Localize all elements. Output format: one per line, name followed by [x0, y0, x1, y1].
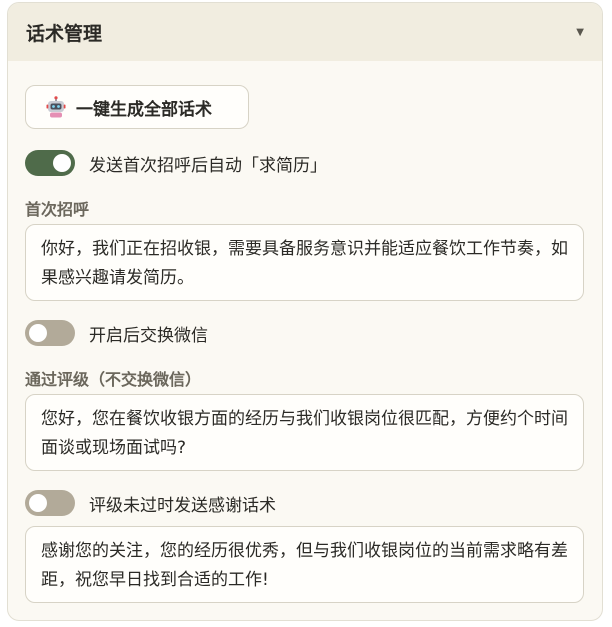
- thanks-message-textarea[interactable]: 感谢您的关注，您的经历很优秀，但与我们收银岗位的当前需求略有差距，祝您早日找到合…: [25, 526, 584, 603]
- generate-all-scripts-button[interactable]: 一键生成全部话术: [25, 85, 249, 129]
- first-greeting-label: 首次招呼: [25, 200, 90, 219]
- exchange-wechat-toggle-label: 开启后交换微信: [89, 325, 208, 346]
- robot-icon: [46, 96, 66, 118]
- thanks-toggle[interactable]: [25, 490, 75, 516]
- request-resume-toggle-row: 发送首次招呼后自动「求简历」: [25, 150, 327, 176]
- panel-header[interactable]: 话术管理 ▼: [8, 3, 602, 61]
- toggle-knob: [29, 494, 47, 512]
- toggle-knob: [53, 154, 71, 172]
- pass-rating-textarea[interactable]: 您好，您在餐饮收银方面的经历与我们收银岗位很匹配，方便约个时间面谈或现场面试吗?: [25, 394, 584, 471]
- generate-all-scripts-label: 一键生成全部话术: [76, 99, 212, 120]
- toggle-knob: [29, 324, 47, 342]
- pass-rating-label: 通过评级（不交换微信）: [25, 370, 202, 389]
- request-resume-toggle-label: 发送首次招呼后自动「求简历」: [89, 155, 327, 176]
- caret-down-icon[interactable]: ▼: [576, 27, 584, 38]
- exchange-wechat-toggle[interactable]: [25, 320, 75, 346]
- request-resume-toggle[interactable]: [25, 150, 75, 176]
- thanks-toggle-label: 评级未过时发送感谢话术: [89, 495, 276, 516]
- thanks-toggle-row: 评级未过时发送感谢话术: [25, 490, 276, 516]
- script-management-panel: 话术管理 ▼ 一键生成全部话术 发送首次招呼后自动「求简历」 首次招呼 你好，我…: [7, 2, 603, 621]
- panel-title: 话术管理: [26, 22, 103, 45]
- first-greeting-textarea[interactable]: 你好，我们正在招收银，需要具备服务意识并能适应餐饮工作节奏，如果感兴趣请发简历。: [25, 224, 584, 301]
- exchange-wechat-toggle-row: 开启后交换微信: [25, 320, 208, 346]
